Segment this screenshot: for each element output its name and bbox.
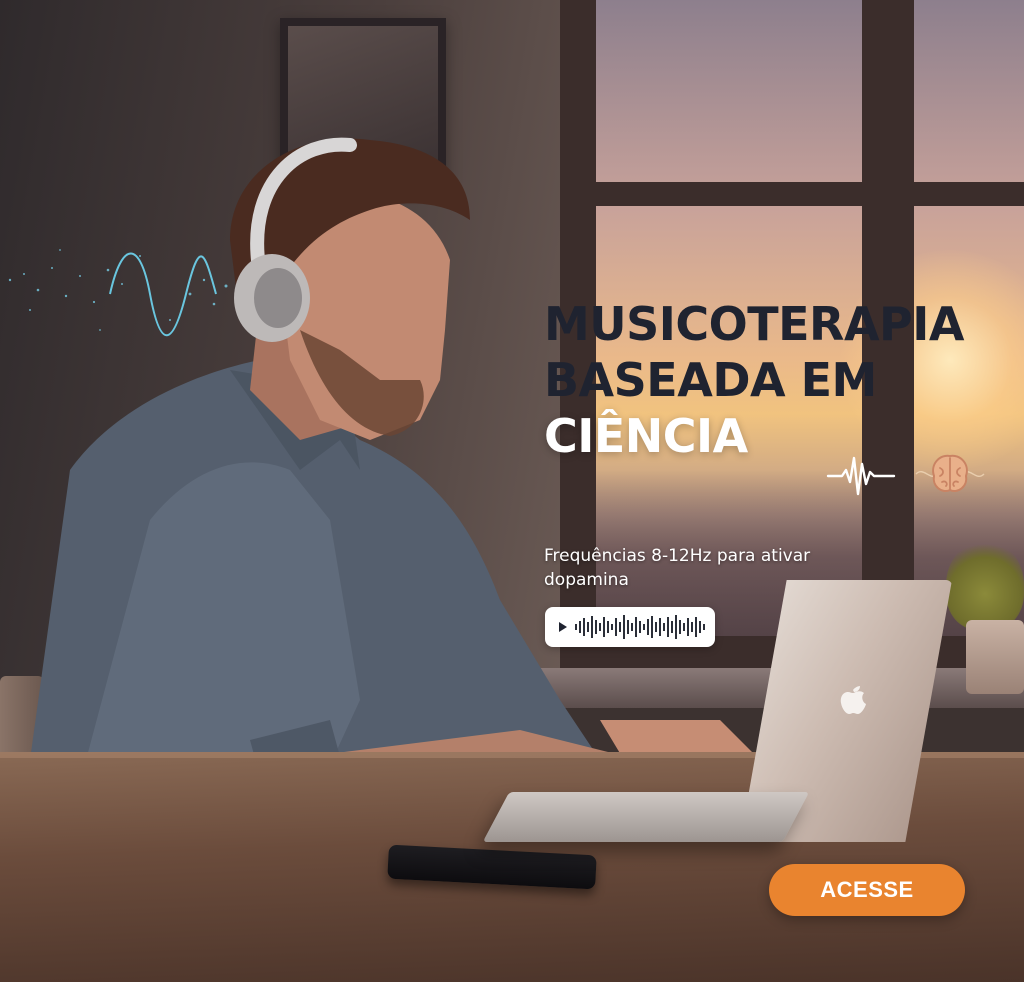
access-button[interactable]: ACESSE — [769, 864, 965, 916]
headline-line-1: MUSICOTERAPIA — [544, 297, 965, 351]
audio-player[interactable] — [545, 607, 715, 647]
subtitle: Frequências 8-12Hz para ativar dopamina — [544, 546, 811, 590]
apple-logo-icon — [840, 686, 866, 714]
brain-icon — [915, 454, 985, 492]
headline: MUSICOTERAPIA BASEADA EM CIÊNCIA — [544, 296, 965, 464]
heartbeat-icon — [826, 456, 896, 496]
laptop-keyboard — [482, 792, 810, 842]
play-icon[interactable] — [559, 622, 567, 632]
waveform-icon — [575, 615, 705, 639]
headline-line-3: CIÊNCIA — [544, 409, 748, 463]
headline-line-2: BASEADA EM — [544, 353, 877, 407]
